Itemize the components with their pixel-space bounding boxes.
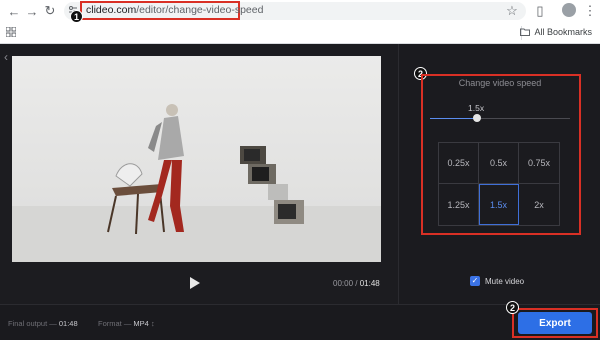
speed-option[interactable]: 0.25x [439,143,479,184]
speed-option[interactable]: 2x [519,184,559,225]
speed-options-grid: 0.25x 0.5x 0.75x 1.25x 1.5x 2x [438,142,560,226]
mute-video-toggle[interactable]: ✓ Mute video [470,276,524,286]
folder-icon [520,28,531,36]
star-icon[interactable]: ☆ [504,3,520,19]
forward-icon[interactable]: → [24,3,40,19]
speed-option-selected[interactable]: 1.5x [479,184,519,225]
collapse-arrow-icon[interactable]: ‹ [4,50,8,64]
extensions-icon[interactable]: ▯ [532,3,548,19]
time-separator: / [353,279,360,288]
video-frame-image [12,104,381,262]
url-path: /editor/change-video-speed [136,4,264,16]
bookmarks-bar: All Bookmarks [0,22,600,44]
all-bookmarks-label: All Bookmarks [534,27,592,37]
final-output: Final output — 01:48 [8,319,78,328]
video-preview[interactable] [12,56,381,262]
speed-option[interactable]: 0.5x [479,143,519,184]
speed-slider-thumb[interactable] [473,114,481,122]
mute-checkbox[interactable]: ✓ [470,276,480,286]
play-icon[interactable] [190,277,200,289]
speed-option[interactable]: 0.75x [519,143,559,184]
all-bookmarks-button[interactable]: All Bookmarks [520,27,592,37]
apps-grid-icon[interactable] [6,27,16,37]
reload-icon[interactable]: ↻ [42,3,58,19]
playback-time: 00:00 / 01:48 [333,279,380,288]
speed-slider-fill [430,118,477,119]
url-text[interactable]: clideo.com/editor/change-video-speed [86,4,263,16]
export-button[interactable]: Export [518,312,592,334]
format-value: MP4 [133,319,149,328]
menu-icon[interactable]: ⋮ [582,3,598,19]
mute-label: Mute video [485,276,525,286]
speed-value-label: 1.5x [468,103,485,113]
format-label: Format — [98,319,134,328]
browser-toolbar: ← → ↻ clideo.com/editor/change-video-spe… [0,0,600,44]
duration: 01:48 [359,279,380,288]
back-icon[interactable]: ← [6,3,22,19]
final-output-value: 01:48 [58,319,78,328]
format-chevron-icon: ↕ [150,319,155,328]
avatar[interactable] [562,3,576,17]
url-domain: clideo.com [86,4,137,16]
format-selector[interactable]: Format — MP4 ↕ [98,319,155,328]
step-badge-3: 2 [506,301,519,314]
preview-panel: ‹ 00:00 / 01:48 [0,44,398,304]
final-output-label: Final output — [8,319,59,328]
speed-panel-title: Change video speed [458,78,542,88]
speed-option[interactable]: 1.25x [439,184,479,225]
current-time: 00:00 [333,279,354,288]
